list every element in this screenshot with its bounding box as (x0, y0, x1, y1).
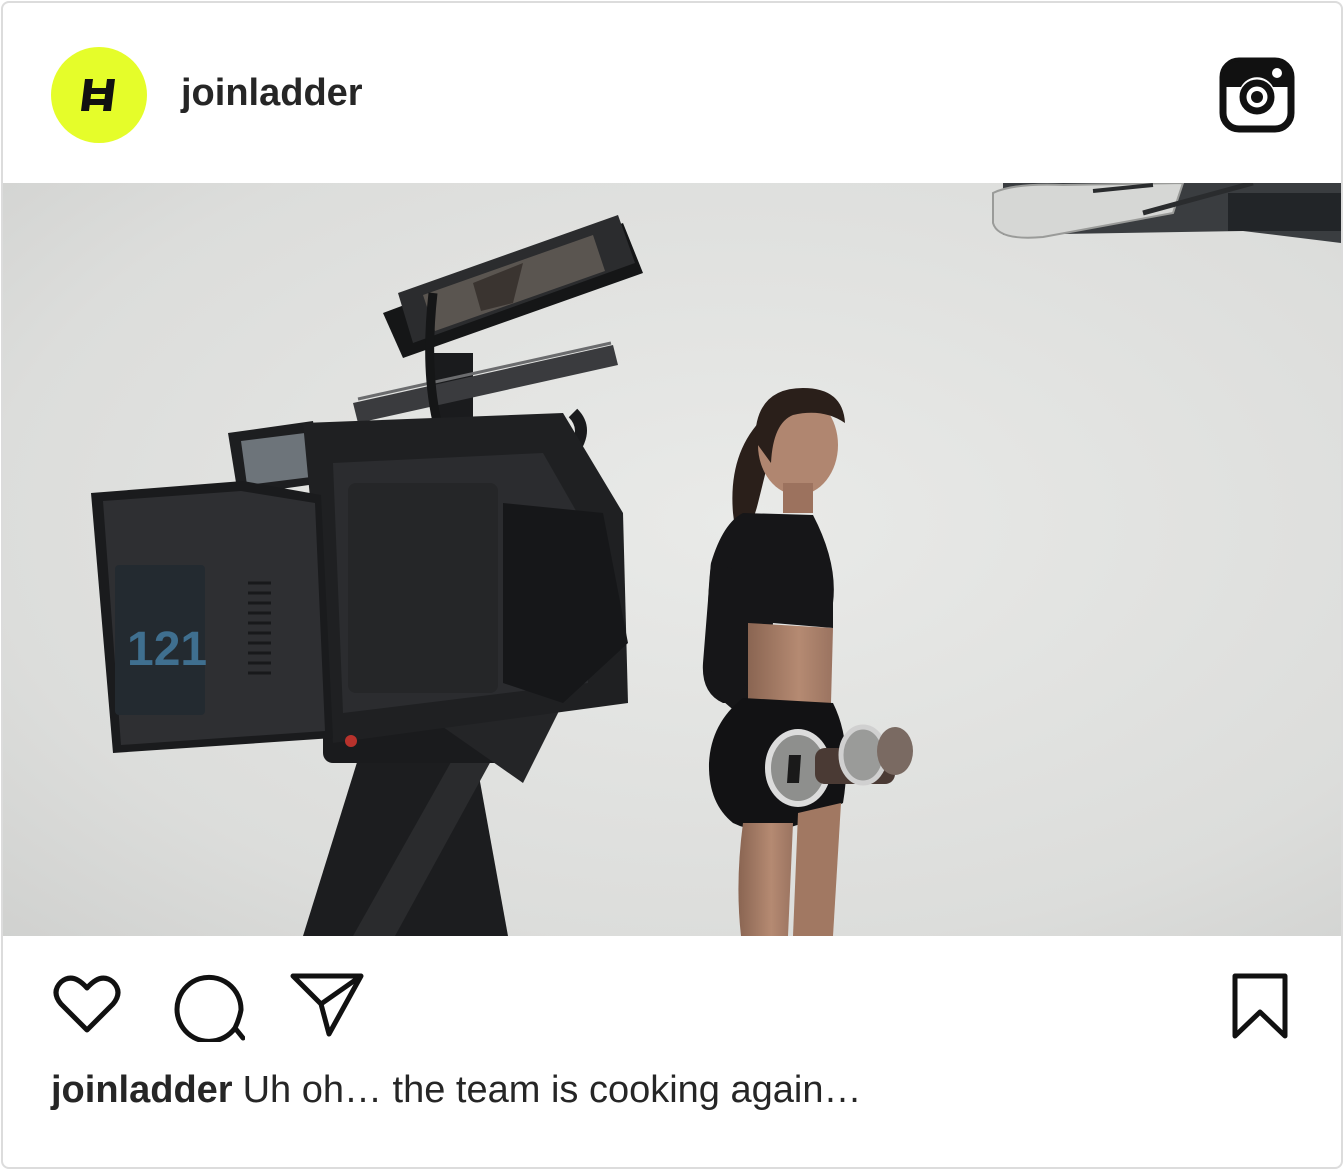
heart-icon[interactable] (53, 972, 121, 1036)
post-caption: joinladder Uh oh… the team is cooking aga… (51, 1065, 861, 1115)
svg-text:121: 121 (127, 623, 207, 676)
comment-bubble-icon[interactable] (173, 970, 245, 1042)
instagram-icon[interactable] (1219, 57, 1295, 133)
ladder-logo-icon (81, 79, 115, 111)
paper-plane-icon[interactable] (289, 970, 365, 1038)
post-header: joinladder (3, 3, 1341, 183)
avatar[interactable] (51, 47, 147, 143)
post-image[interactable]: 121 (3, 183, 1341, 936)
caption-text: Uh oh… the team is cooking again… (242, 1069, 862, 1111)
post-username[interactable]: joinladder (181, 71, 363, 115)
bookmark-icon[interactable] (1229, 972, 1291, 1040)
caption-username[interactable]: joinladder (51, 1069, 233, 1111)
instagram-post-card: joinladder 121 joinladder Uh oh… the tea… (1, 1, 1343, 1169)
post-actions (3, 936, 1341, 1066)
